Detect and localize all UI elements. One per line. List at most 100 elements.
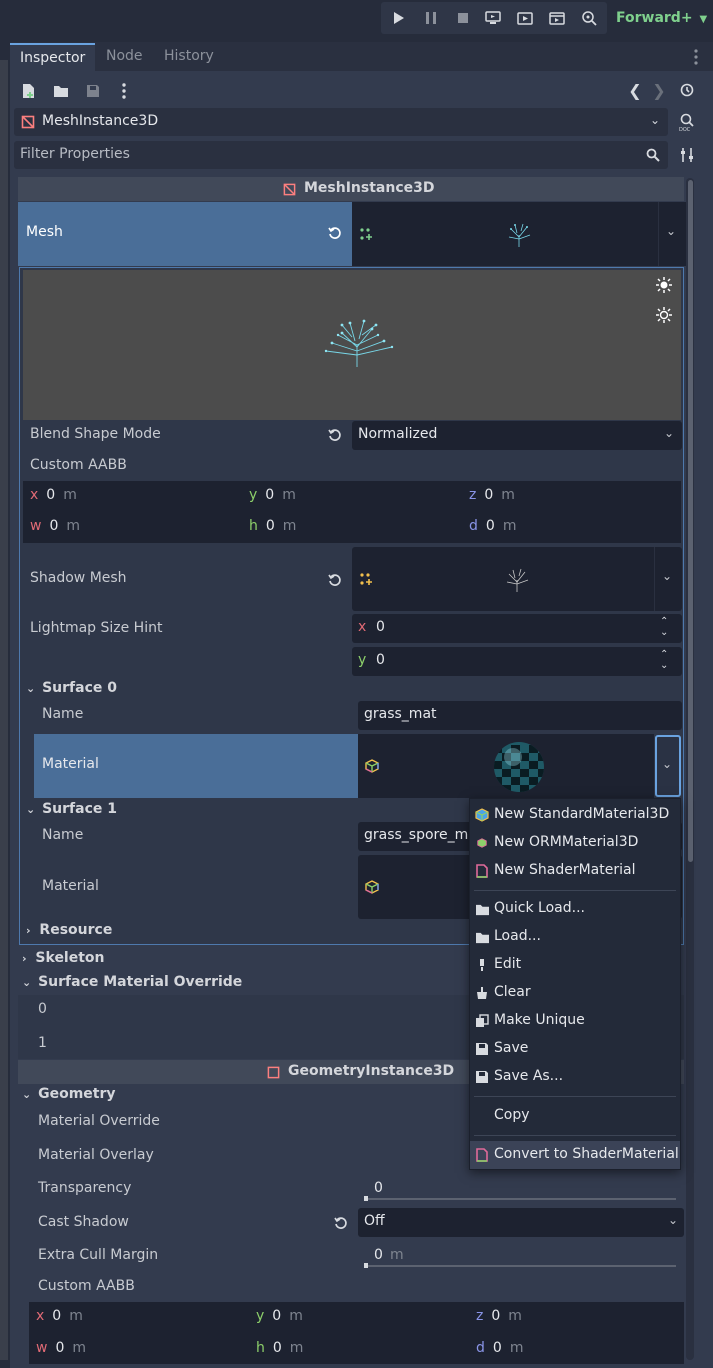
open-folder-icon[interactable] <box>50 80 72 102</box>
more-options-icon[interactable] <box>114 80 134 102</box>
aabb-w-field[interactable]: w0m <box>30 518 80 534</box>
tab-inspector[interactable]: Inspector <box>10 43 95 71</box>
aabb-z-field[interactable]: z0m <box>469 487 515 503</box>
aabb-x-field[interactable]: x0m <box>30 487 77 503</box>
aabb-z-unit: m <box>501 487 515 503</box>
movie-maker-icon[interactable] <box>577 6 601 30</box>
array-mesh-icon <box>358 226 374 242</box>
surface-1-material-label: Material <box>42 878 99 894</box>
chevron-right-icon[interactable]: ❯ <box>651 80 667 100</box>
menu-item-new-orm-material[interactable]: New ORMMaterial3D <box>470 829 680 857</box>
mesh-property-row[interactable]: Mesh <box>18 202 352 266</box>
play-custom-scene-icon[interactable] <box>545 6 569 30</box>
geom-aabb-h-field[interactable]: h0m <box>256 1340 303 1356</box>
extra-cull-slider[interactable]: 0 m <box>358 1243 682 1273</box>
scrollbar-thumb[interactable] <box>688 180 693 862</box>
geom-aabb-d-unit: m <box>509 1340 524 1356</box>
resource-header[interactable]: › Resource <box>26 922 112 938</box>
blend-shape-select[interactable]: Normalized ⌄ <box>352 421 682 450</box>
stop-icon[interactable] <box>451 6 475 30</box>
pause-icon[interactable] <box>419 6 443 30</box>
menu-item-make-unique[interactable]: Make Unique <box>470 1007 680 1035</box>
chevron-down-icon[interactable]: ⌄ <box>662 569 672 583</box>
lightmap-y-axis: y <box>358 652 367 668</box>
chevron-down-icon: ⌄ <box>662 757 673 771</box>
save-icon[interactable] <box>82 80 104 102</box>
menu-label: New ShaderMaterial <box>494 862 636 878</box>
tools-icon[interactable] <box>677 144 697 166</box>
revert-icon[interactable] <box>326 571 344 589</box>
menu-item-save[interactable]: Save <box>470 1035 680 1063</box>
surface-0-header[interactable]: ⌄ Surface 0 <box>26 680 117 696</box>
surface-0-material-row[interactable]: Material <box>34 734 358 798</box>
shadow-mesh-picker[interactable]: ⌄ <box>352 547 682 611</box>
lightmap-y-value: 0 <box>376 652 385 668</box>
geom-aabb-y-field[interactable]: y0m <box>256 1308 303 1324</box>
menu-item-load[interactable]: Load... <box>470 923 680 951</box>
revert-icon[interactable] <box>332 1214 350 1232</box>
surface-override-header[interactable]: ⌄ Surface Material Override <box>22 974 242 990</box>
play-icon[interactable] <box>387 6 411 30</box>
menu-item-quick-load[interactable]: Quick Load... <box>470 895 680 923</box>
surface-0-material-picker[interactable] <box>358 734 654 798</box>
mesh-resource-picker[interactable]: ⌄ <box>352 202 686 266</box>
aabb-h-field[interactable]: h0m <box>249 518 296 534</box>
menu-item-new-shader-material[interactable]: New ShaderMaterial <box>470 857 680 885</box>
surface-override-title: Surface Material Override <box>38 974 243 990</box>
geometry-aabb-grid <box>29 1302 684 1364</box>
surface-0-name-input[interactable]: grass_mat <box>358 701 682 730</box>
tab-node[interactable]: Node <box>96 43 152 71</box>
aabb-d-field[interactable]: d0m <box>469 518 516 534</box>
tab-history[interactable]: History <box>154 43 228 71</box>
filter-placeholder: Filter Properties <box>20 146 130 162</box>
revert-icon[interactable] <box>326 224 344 242</box>
aabb-y-field[interactable]: y0m <box>249 487 296 503</box>
menu-label: New ORMMaterial3D <box>494 834 639 850</box>
renderer-selector[interactable]: Forward+ ▼ <box>616 10 707 26</box>
surface-1-header[interactable]: ⌄ Surface 1 <box>26 801 117 817</box>
lightmap-label: Lightmap Size Hint <box>30 620 163 636</box>
spinner-icon[interactable]: ⌃ ⌄ <box>660 649 668 671</box>
node-selector[interactable]: MeshInstance3D ⌄ <box>14 108 668 136</box>
filter-properties-input[interactable]: Filter Properties <box>14 141 668 169</box>
remote-debug-icon[interactable] <box>481 6 505 30</box>
history-icon[interactable] <box>678 80 696 100</box>
menu-item-copy[interactable]: Copy <box>470 1102 680 1130</box>
mesh-instance-icon <box>20 114 36 130</box>
chevron-left-icon[interactable]: ❮ <box>627 80 643 100</box>
new-resource-icon[interactable] <box>18 80 40 102</box>
chevron-right-icon: › <box>26 924 31 937</box>
doc-icon[interactable]: DOC <box>677 110 697 134</box>
spinner-icon[interactable]: ⌃ ⌄ <box>660 616 668 638</box>
chevron-down-icon[interactable]: ⌄ <box>666 224 676 238</box>
geometry-header[interactable]: ⌄ Geometry <box>22 1086 116 1102</box>
lightmap-x-field[interactable]: x 0 ⌃ ⌄ <box>352 614 682 643</box>
menu-item-convert-to-shader-material[interactable]: Convert to ShaderMaterial <box>470 1141 680 1169</box>
menu-item-new-standard-material[interactable]: New StandardMaterial3D <box>470 801 680 829</box>
skeleton-header[interactable]: › Skeleton <box>22 950 105 966</box>
geom-aabb-h-axis: h <box>256 1340 265 1356</box>
menu-separator <box>474 890 676 891</box>
menu-item-save-as[interactable]: Save As... <box>470 1063 680 1091</box>
tab-history-label: History <box>164 48 214 64</box>
geom-aabb-z-field[interactable]: z0m <box>476 1308 522 1324</box>
shader-material-icon <box>474 863 490 879</box>
cast-shadow-select[interactable]: Off ⌄ <box>358 1208 684 1237</box>
geom-aabb-d-field[interactable]: d0m <box>476 1340 523 1356</box>
dock-menu-icon[interactable] <box>688 46 704 68</box>
revert-icon[interactable] <box>326 426 344 444</box>
geom-aabb-x-value: 0 <box>52 1308 62 1324</box>
light-1-icon[interactable] <box>655 276 673 294</box>
aabb-w-unit: m <box>66 518 81 534</box>
play-scene-icon[interactable] <box>513 6 537 30</box>
light-2-icon[interactable] <box>655 306 673 324</box>
lightmap-y-field[interactable]: y 0 ⌃ ⌄ <box>352 647 682 676</box>
menu-item-edit[interactable]: Edit <box>470 951 680 979</box>
clear-icon <box>474 985 490 1001</box>
transparency-slider[interactable]: 0 <box>358 1176 682 1206</box>
geom-aabb-x-field[interactable]: x0m <box>36 1308 83 1324</box>
surface-0-material-dropdown-button[interactable]: ⌄ <box>655 735 681 797</box>
menu-item-clear[interactable]: Clear <box>470 979 680 1007</box>
geom-aabb-w-field[interactable]: w0m <box>36 1340 86 1356</box>
standard-material-icon <box>364 758 380 774</box>
